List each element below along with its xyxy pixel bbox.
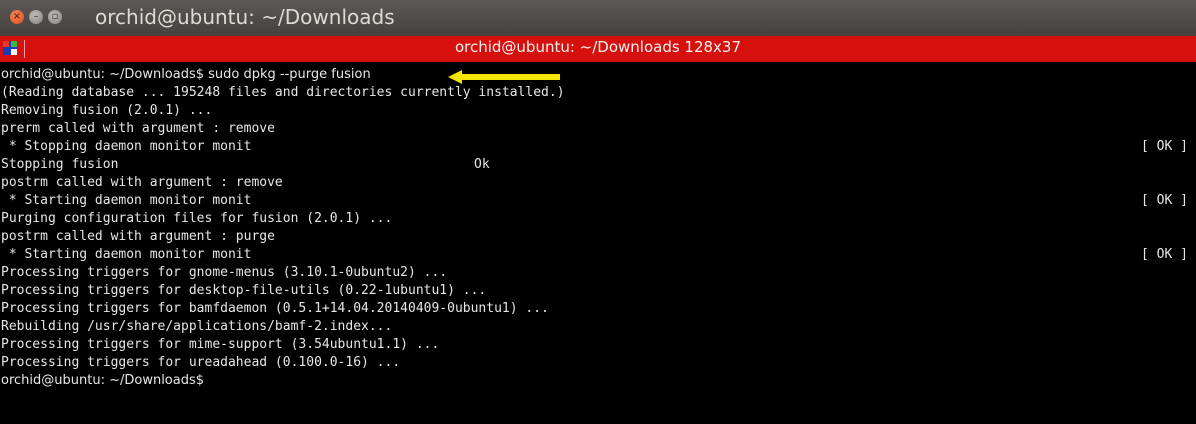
output-line: Purging configuration files for fusion (… — [1, 211, 393, 226]
output-line: postrm called with argument : remove — [1, 175, 283, 190]
shell-prompt[interactable]: orchid@ubuntu: ~/Downloads$ — [1, 372, 204, 390]
output-line: Stopping fusion — [1, 157, 119, 172]
window-title: orchid@ubuntu: ~/Downloads — [95, 5, 395, 29]
output-line: postrm called with argument : purge — [1, 229, 275, 244]
minimize-button[interactable]: – — [29, 10, 43, 24]
status-ok: [ OK ] — [1141, 139, 1188, 154]
output-line: Rebuilding /usr/share/applications/bamf-… — [1, 319, 393, 334]
output-line: Processing triggers for ureadahead (0.10… — [1, 355, 401, 370]
output-line: (Reading database ... 195248 files and d… — [1, 85, 565, 100]
close-button[interactable]: × — [10, 10, 24, 24]
window-titlebar[interactable]: × – ▫ orchid@ubuntu: ~/Downloads — [0, 0, 1196, 36]
output-line: * Starting daemon monitor monit — [1, 193, 252, 208]
output-line: Processing triggers for mime-support (3.… — [1, 337, 440, 352]
close-icon: × — [12, 11, 22, 22]
minimize-icon: – — [33, 11, 39, 22]
output-line: prerm called with argument : remove — [1, 121, 275, 136]
yellow-arrow-icon — [448, 70, 560, 84]
maximize-button[interactable]: ▫ — [48, 10, 62, 24]
fusion-stop-status: Ok — [474, 157, 490, 172]
maximize-icon: ▫ — [51, 11, 59, 22]
status-ok: [ OK ] — [1141, 247, 1188, 262]
terminal-window: × – ▫ orchid@ubuntu: ~/Downloads orchid@… — [0, 0, 1196, 424]
terminal-output[interactable]: orchid@ubuntu: ~/Downloads$ sudo dpkg --… — [0, 66, 1196, 424]
output-line: Processing triggers for bamfdaemon (0.5.… — [1, 301, 549, 316]
output-line: Processing triggers for gnome-menus (3.1… — [1, 265, 448, 280]
output-line: * Starting daemon monitor monit — [1, 247, 252, 262]
output-line: Processing triggers for desktop-file-uti… — [1, 283, 487, 298]
terminal-tab-title: orchid@ubuntu: ~/Downloads 128x37 — [454, 38, 742, 56]
status-ok: [ OK ] — [1141, 193, 1188, 208]
output-line: Removing fusion (2.0.1) ... — [1, 103, 213, 118]
terminal-tab-bar[interactable]: orchid@ubuntu: ~/Downloads 128x37 — [0, 36, 1196, 62]
command-line: orchid@ubuntu: ~/Downloads$ sudo dpkg --… — [1, 67, 371, 82]
output-line: * Stopping daemon monitor monit — [1, 139, 252, 154]
